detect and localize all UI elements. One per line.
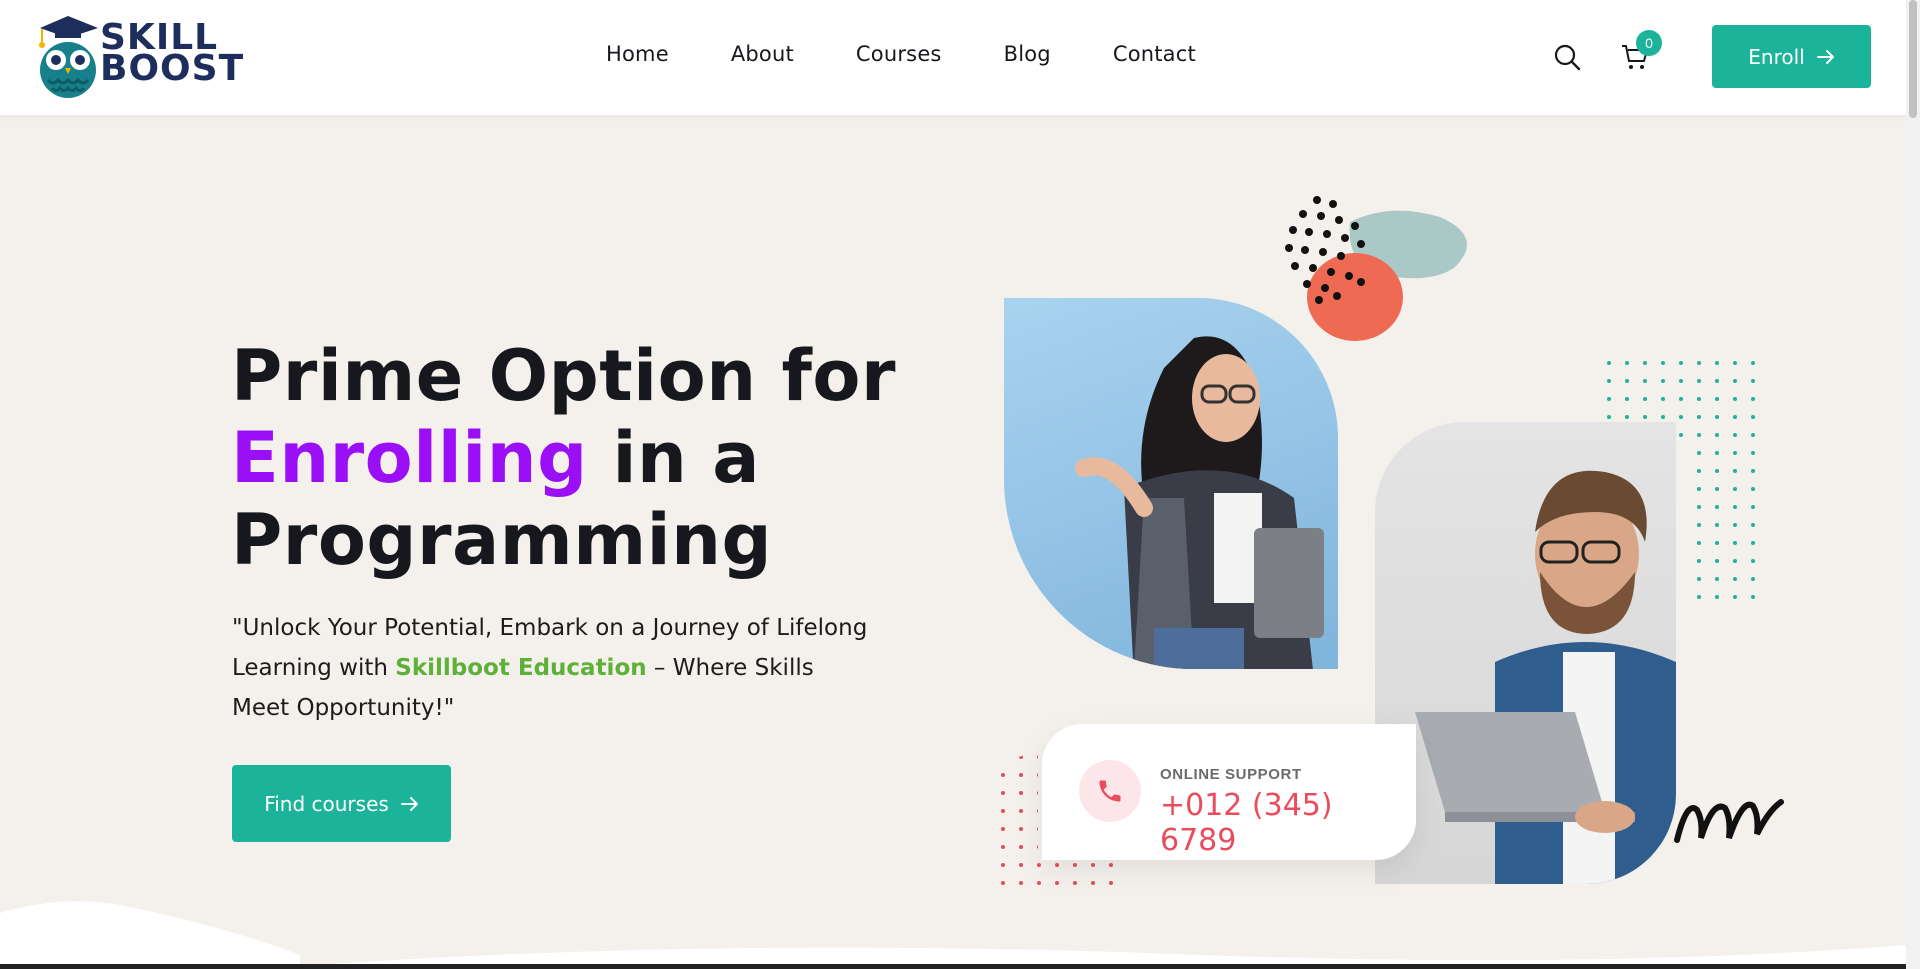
hero-title-line-1: Prime Option for [231,335,897,417]
arrow-right-icon [1816,49,1834,64]
find-courses-button[interactable]: Find courses [232,765,451,842]
site-logo[interactable]: SKILL BOOST [36,14,246,98]
brand-line-2: BOOST [100,48,245,89]
nav-courses[interactable]: Courses [856,42,942,66]
search-icon[interactable] [1553,43,1581,71]
man-with-laptop-image [1375,422,1676,884]
phone-icon [1099,780,1121,802]
cart-count-badge: 0 [1636,30,1662,56]
support-label: ONLINE SUPPORT [1160,766,1302,783]
decorative-blobs [1285,196,1467,341]
hero-title-line-3: Programming [231,499,773,581]
main-nav: Home About Courses Blog Contact [606,42,1258,66]
bottom-edge-bar [0,964,1906,969]
woman-illustration [1075,336,1324,669]
hero-title-line-2: in a [587,417,760,499]
site-header: SKILL BOOST Home About Courses Blog Cont… [0,0,1906,115]
woman-pointing-image [1004,298,1338,669]
find-courses-label: Find courses [264,791,389,816]
enroll-label: Enroll [1748,44,1805,69]
owl-logo-icon [39,16,98,98]
online-support-card[interactable]: ONLINE SUPPORT +012 (345) 6789 [1042,724,1416,860]
nav-contact[interactable]: Contact [1113,42,1196,66]
hero-title: Prime Option for Enrolling in a Programm… [231,335,931,581]
nav-about[interactable]: About [731,42,794,66]
nav-blog[interactable]: Blog [1004,42,1051,66]
bottom-wave-divider [0,901,1906,969]
scrollbar-thumb[interactable] [1909,0,1917,118]
nav-home[interactable]: Home [606,42,669,66]
man-illustration [1415,470,1676,884]
phone-icon-circle [1079,760,1141,822]
arrow-right-icon [400,796,418,811]
hero-title-accent: Enrolling [231,417,588,499]
support-phone-number[interactable]: +012 (345) 6789 [1160,788,1416,858]
brand-wordmark: SKILL BOOST [100,20,245,89]
hero-description: "Unlock Your Potential, Embark on a Jour… [232,608,872,728]
enroll-button[interactable]: Enroll [1712,25,1871,88]
page-scrollbar[interactable] [1906,0,1920,969]
hero-desc-brand: Skillboot Education [395,655,647,681]
decorative-squiggle [1674,799,1784,843]
